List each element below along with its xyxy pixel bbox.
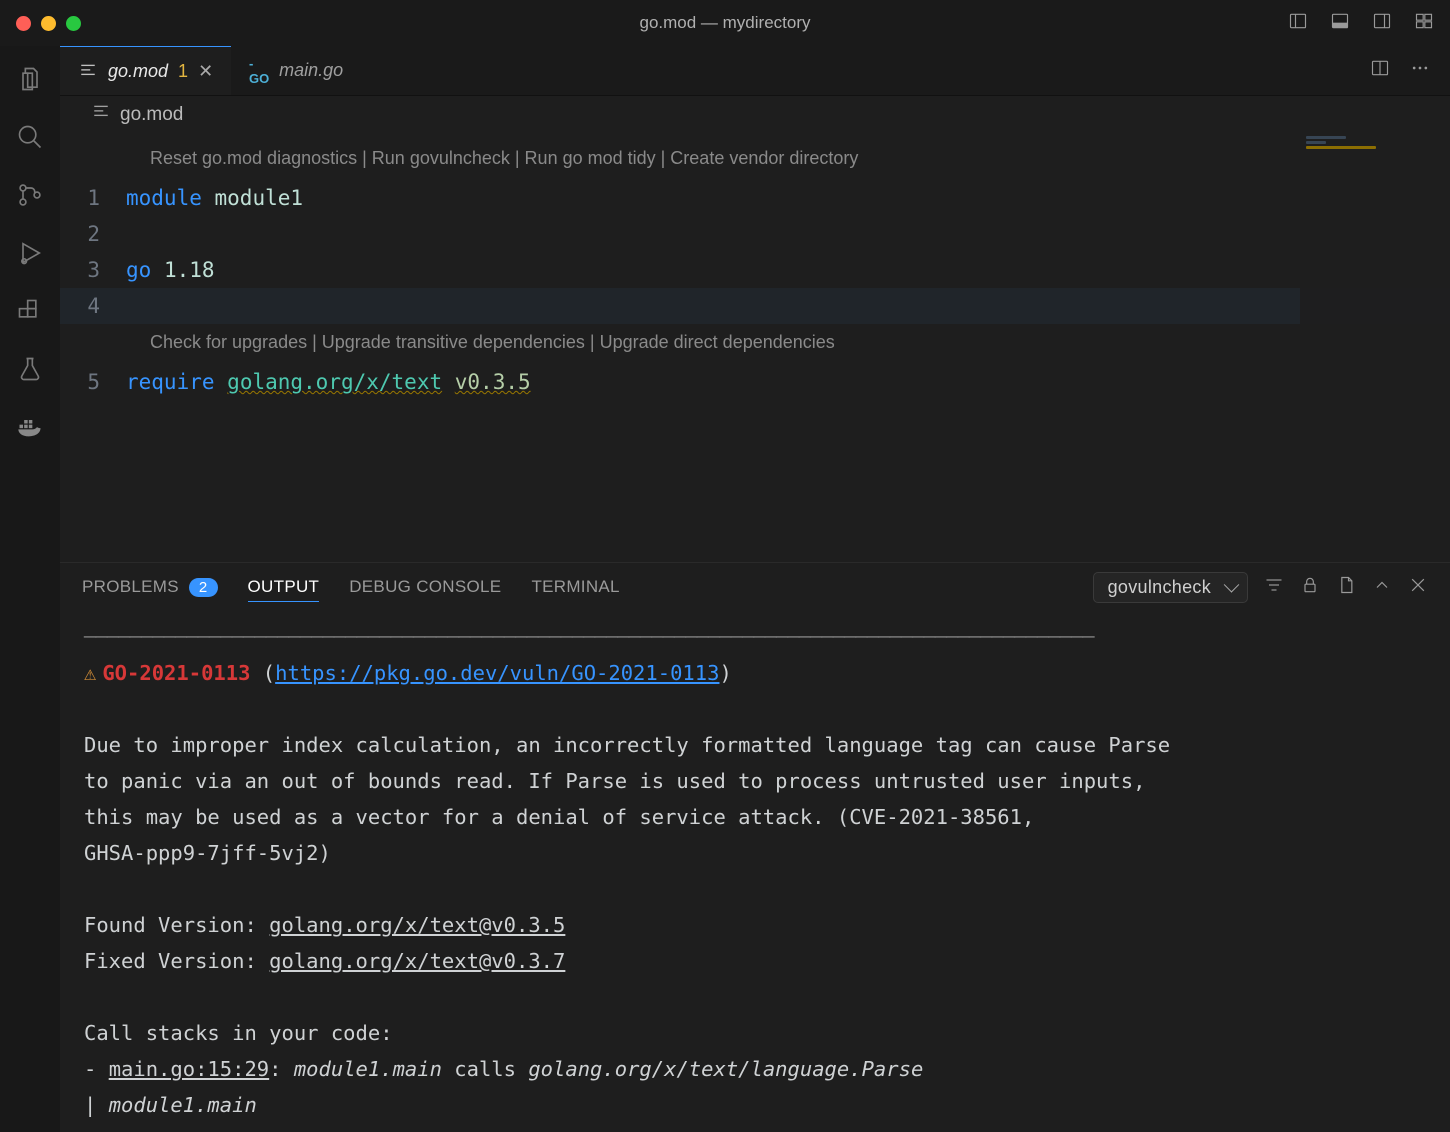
line-number: 1 [60,180,126,216]
layout-icon[interactable] [1414,11,1434,36]
output-stacks-header: Call stacks in your code: [84,1015,1426,1051]
search-icon[interactable] [15,122,45,152]
output-fixed-version: Fixed Version: golang.org/x/text@v0.3.7 [84,943,1426,979]
chevron-up-icon[interactable] [1372,575,1392,600]
panel-tab-label: DEBUG CONSOLE [349,577,501,597]
panel-tab-label: OUTPUT [248,577,320,597]
output-body[interactable]: ────────────────────────────────────────… [60,611,1450,1132]
titlebar-actions [1288,11,1434,36]
minimize-window-button[interactable] [41,16,56,31]
code-line-3[interactable]: go 1.18 [126,252,1450,288]
panel-tab-label: TERMINAL [531,577,619,597]
output-desc-line: this may be used as a vector for a denia… [84,799,1426,835]
output-stack-path: | (/Users/ariathaker/mydirectory/main.go… [84,1123,1426,1132]
minimap[interactable] [1300,134,1450,562]
panel-tab-output[interactable]: OUTPUT [248,573,320,602]
tab-label: main.go [279,60,343,81]
line-number: 3 [60,252,126,288]
output-vuln-header: ⚠GO-2021-0113 (https://pkg.go.dev/vuln/G… [84,655,1426,691]
source-control-icon[interactable] [15,180,45,210]
breadcrumb-label: go.mod [120,104,183,126]
output-desc-line: Due to improper index calculation, an in… [84,727,1426,763]
output-stack-frame: | module1.main [84,1087,1426,1123]
output-desc-line: to panic via an out of bounds read. If P… [84,763,1426,799]
output-desc-line: GHSA-ppp9-7jff-5vj2) [84,835,1426,871]
panel-left-icon[interactable] [1288,11,1308,36]
code-line-1[interactable]: module module1 [126,180,1450,216]
line-number: 4 [60,288,126,324]
vuln-link[interactable]: https://pkg.go.dev/vuln/GO-2021-0113 [275,661,719,685]
window-title: go.mod — mydirectory [0,13,1450,33]
codelens-top[interactable]: Reset go.mod diagnostics | Run govulnche… [60,140,1450,180]
output-divider: ────────────────────────────────────────… [84,619,1426,655]
panel-bottom-icon[interactable] [1330,11,1350,36]
panel-tab-terminal[interactable]: TERMINAL [531,573,619,601]
tab-label: go.mod [108,61,168,82]
split-editor-icon[interactable] [1370,58,1390,83]
activity-bar [0,46,60,1132]
extensions-icon[interactable] [15,296,45,326]
close-window-button[interactable] [16,16,31,31]
problems-badge: 2 [189,578,218,597]
panel-tab-label: PROBLEMS [82,577,179,597]
close-panel-icon[interactable] [1408,575,1428,600]
editor-actions [1350,46,1450,95]
beaker-icon[interactable] [15,354,45,384]
output-found-version: Found Version: golang.org/x/text@v0.3.5 [84,907,1426,943]
maximize-window-button[interactable] [66,16,81,31]
lines-icon [92,103,110,127]
line-number: 2 [60,216,126,252]
explorer-icon[interactable] [15,64,45,94]
output-channel-select[interactable]: govulncheck [1093,572,1248,603]
panel-tab-problems[interactable]: PROBLEMS 2 [82,573,218,601]
bottom-panel: PROBLEMS 2 OUTPUT DEBUG CONSOLE TERMINAL… [60,562,1450,1132]
warning-icon: ⚠ [84,661,96,685]
output-stack-line: - main.go:15:29: module1.main calls gola… [84,1051,1426,1087]
breadcrumb[interactable]: go.mod [60,96,1450,134]
more-icon[interactable] [1410,58,1430,83]
tab-go-mod[interactable]: go.mod 1 ✕ [60,46,231,95]
run-debug-icon[interactable] [15,238,45,268]
code-line-2[interactable] [126,216,1450,252]
editor-tabs: go.mod 1 ✕ -GO main.go [60,46,1450,96]
docker-icon[interactable] [15,412,45,442]
window-controls [16,16,81,31]
code-line-5[interactable]: require golang.org/x/text v0.3.5 [126,364,1450,400]
vuln-id: GO-2021-0113 [102,661,250,685]
lines-icon [78,61,98,81]
line-number: 5 [60,364,126,400]
code-line-4[interactable] [126,288,1450,324]
tab-dirty-count: 1 [178,61,188,82]
panel-tab-debug-console[interactable]: DEBUG CONSOLE [349,573,501,601]
panel-right-icon[interactable] [1372,11,1392,36]
output-channel-label: govulncheck [1108,577,1211,597]
tab-main-go[interactable]: -GO main.go [231,46,361,95]
codelens-deps[interactable]: Check for upgrades | Upgrade transitive … [60,324,1450,364]
close-icon[interactable]: ✕ [198,61,213,82]
titlebar: go.mod — mydirectory [0,0,1450,46]
filter-icon[interactable] [1264,575,1284,600]
go-icon: -GO [249,61,269,81]
panel-tabs: PROBLEMS 2 OUTPUT DEBUG CONSOLE TERMINAL… [60,563,1450,611]
lock-icon[interactable] [1300,575,1320,600]
editor[interactable]: Reset go.mod diagnostics | Run govulnche… [60,134,1450,562]
open-file-icon[interactable] [1336,575,1356,600]
